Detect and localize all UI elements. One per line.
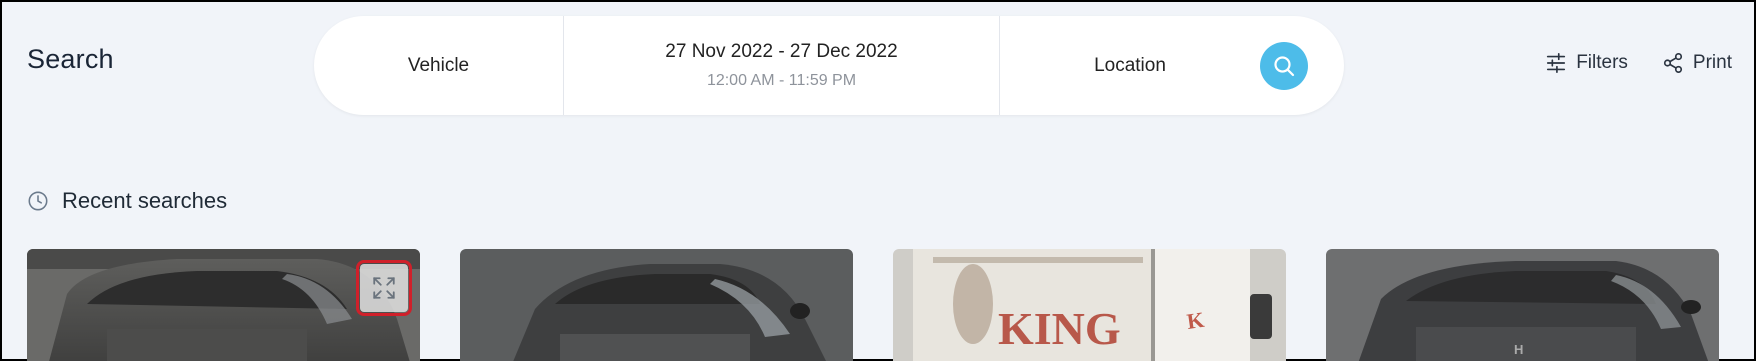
- filters-button[interactable]: Filters: [1545, 52, 1628, 74]
- page-title: Search: [27, 44, 114, 74]
- recent-search-card[interactable]: [27, 249, 420, 361]
- expand-icon: [373, 277, 395, 299]
- date-range-text: 27 Nov 2022 - 27 Dec 2022: [665, 41, 898, 62]
- share-icon: [1663, 53, 1682, 73]
- svg-text:H: H: [1514, 342, 1523, 357]
- vehicle-label: Vehicle: [407, 54, 470, 76]
- vehicle-photo: KING K: [893, 249, 1286, 361]
- location-label: Location: [1094, 54, 1166, 76]
- expand-button[interactable]: [356, 260, 412, 316]
- sliders-icon: [1547, 53, 1566, 73]
- print-label: Print: [1692, 52, 1732, 73]
- vehicle-photo: H: [1326, 249, 1719, 361]
- location-selector[interactable]: Location: [1000, 16, 1260, 115]
- svg-text:K: K: [1185, 307, 1205, 334]
- vehicle-photo: [460, 249, 853, 361]
- print-button[interactable]: Print: [1662, 52, 1732, 74]
- van-text: KING: [998, 303, 1121, 354]
- date-range-selector[interactable]: 27 Nov 2022 - 27 Dec 2022 12:00 AM - 11:…: [563, 16, 1000, 115]
- recent-search-card[interactable]: KING K: [893, 249, 1286, 361]
- recent-search-card[interactable]: [460, 249, 853, 361]
- filters-label: Filters: [1576, 52, 1628, 73]
- search-button[interactable]: [1260, 42, 1308, 90]
- recent-search-card[interactable]: H: [1326, 249, 1719, 361]
- time-range-text: 12:00 AM - 11:59 PM: [706, 72, 857, 89]
- search-icon: [1274, 56, 1295, 77]
- clock-icon: [28, 191, 48, 211]
- recent-searches-title: Recent searches: [62, 188, 228, 213]
- vehicle-selector[interactable]: Vehicle: [314, 16, 563, 115]
- search-bar: Vehicle 27 Nov 2022 - 27 Dec 2022 12:00 …: [314, 16, 1344, 115]
